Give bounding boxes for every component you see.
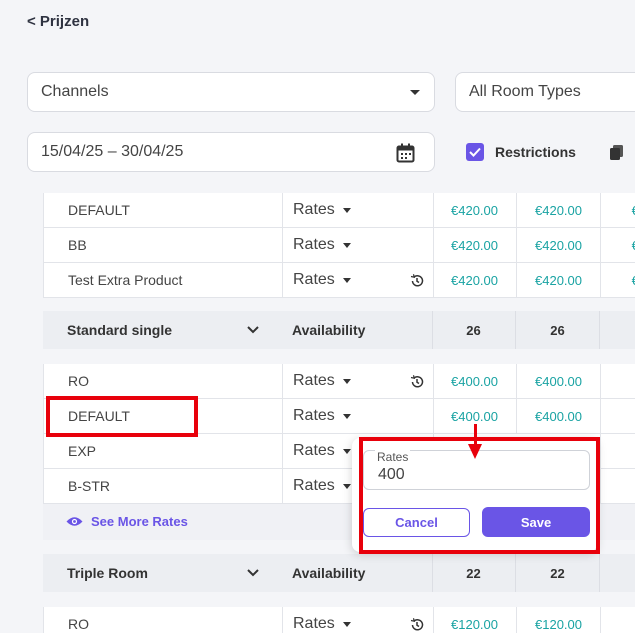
table-row: DEFAULT Rates €420.00 €420.00 €42 xyxy=(43,193,635,228)
price-cell[interactable]: €420.00 xyxy=(517,228,600,262)
rate-type-dropdown[interactable]: Rates xyxy=(293,364,351,398)
room-group-header: Standard single Availability 26 26 xyxy=(43,311,635,349)
room-types-select[interactable]: All Room Types xyxy=(455,72,635,112)
history-icon[interactable] xyxy=(410,375,424,389)
table-row: BB Rates €420.00 €420.00 €42 xyxy=(43,228,635,263)
arrow-down-icon xyxy=(468,444,482,459)
rate-type-dropdown[interactable]: Rates xyxy=(293,434,351,468)
back-link[interactable]: < Prijzen xyxy=(27,13,89,30)
room-group-name: Triple Room xyxy=(67,565,148,581)
rate-name: BB xyxy=(68,237,87,253)
price-cell[interactable]: €4 xyxy=(601,469,635,503)
caret-down-icon xyxy=(342,621,351,627)
rate-type-dropdown[interactable]: Rates xyxy=(293,263,351,297)
chevron-down-icon[interactable] xyxy=(247,326,259,334)
caret-down-icon xyxy=(342,207,351,213)
chevron-down-icon xyxy=(410,90,420,95)
price-cell[interactable]: €400.00 xyxy=(517,364,600,398)
price-cell[interactable]: €400.00 xyxy=(517,399,600,433)
channels-select-value: Channels xyxy=(41,83,109,100)
price-cell[interactable]: €4 xyxy=(601,399,635,433)
availability-label: Availability xyxy=(292,565,366,581)
availability-count[interactable]: 22 xyxy=(516,554,599,592)
copy-icon[interactable] xyxy=(610,145,624,160)
see-more-rates-label[interactable]: See More Rates xyxy=(91,514,188,529)
price-cell[interactable]: €42 xyxy=(601,193,635,227)
table-row: Test Extra Product Rates €420.00 €420.00… xyxy=(43,263,635,298)
price-cell[interactable]: €420.00 xyxy=(433,263,516,297)
rate-type-dropdown[interactable]: Rates xyxy=(293,228,351,262)
price-cell[interactable]: €4 xyxy=(601,364,635,398)
caret-down-icon xyxy=(342,242,351,248)
restrictions-checkbox[interactable] xyxy=(466,143,484,161)
rate-type-dropdown[interactable]: Rates xyxy=(293,193,351,227)
table-row: RO Rates €400.00 €400.00 €4 xyxy=(43,364,635,399)
room-types-select-value: All Room Types xyxy=(469,83,581,100)
date-range-value: 15/04/25 – 30/04/25 xyxy=(41,143,184,160)
caret-down-icon xyxy=(342,277,351,283)
table-row: RO Rates €120.00 €120.00 €1 xyxy=(43,607,635,633)
price-cell[interactable]: €120.00 xyxy=(517,607,600,633)
price-cell[interactable]: €420.00 xyxy=(433,228,516,262)
price-cell[interactable]: €120.00 xyxy=(433,607,516,633)
chevron-down-icon[interactable] xyxy=(247,569,259,577)
availability-label: Availability xyxy=(292,322,366,338)
rate-name: EXP xyxy=(68,443,97,459)
rate-name: Test Extra Product xyxy=(68,272,183,288)
history-icon[interactable] xyxy=(410,274,424,288)
rate-name: DEFAULT xyxy=(68,202,130,218)
rate-name: RO xyxy=(68,616,89,632)
availability-count[interactable]: 22 xyxy=(432,554,515,592)
check-icon xyxy=(469,147,481,157)
highlight-default-row xyxy=(46,396,198,437)
restrictions-label: Restrictions xyxy=(495,144,576,160)
caret-down-icon xyxy=(342,448,351,454)
price-cell[interactable]: €1 xyxy=(601,607,635,633)
rate-type-dropdown[interactable]: Rates xyxy=(293,399,351,433)
room-group-header: Triple Room Availability 22 22 xyxy=(43,554,635,592)
room-group-name: Standard single xyxy=(67,322,173,338)
price-cell[interactable]: €420.00 xyxy=(433,193,516,227)
price-cell[interactable]: €4 xyxy=(601,434,635,468)
caret-down-icon xyxy=(342,378,351,384)
channels-select[interactable]: Channels xyxy=(27,72,435,112)
rate-name: RO xyxy=(68,373,89,389)
history-icon[interactable] xyxy=(410,618,424,632)
rate-name: B-STR xyxy=(68,478,110,494)
price-cell[interactable]: €42 xyxy=(601,263,635,297)
eye-icon xyxy=(66,517,83,526)
calendar-icon[interactable] xyxy=(396,143,415,163)
caret-down-icon xyxy=(342,483,351,489)
price-cell[interactable]: €420.00 xyxy=(517,193,600,227)
availability-count[interactable]: 26 xyxy=(432,311,515,349)
price-cell[interactable]: €420.00 xyxy=(517,263,600,297)
availability-count[interactable]: 26 xyxy=(516,311,599,349)
arrow-down-icon xyxy=(474,424,477,446)
date-range-input[interactable]: 15/04/25 – 30/04/25 xyxy=(27,132,435,172)
rate-type-dropdown[interactable]: Rates xyxy=(293,469,351,503)
rate-type-dropdown[interactable]: Rates xyxy=(293,607,351,633)
price-cell[interactable]: €42 xyxy=(601,228,635,262)
price-cell[interactable]: €400.00 xyxy=(433,364,516,398)
caret-down-icon xyxy=(342,413,351,419)
